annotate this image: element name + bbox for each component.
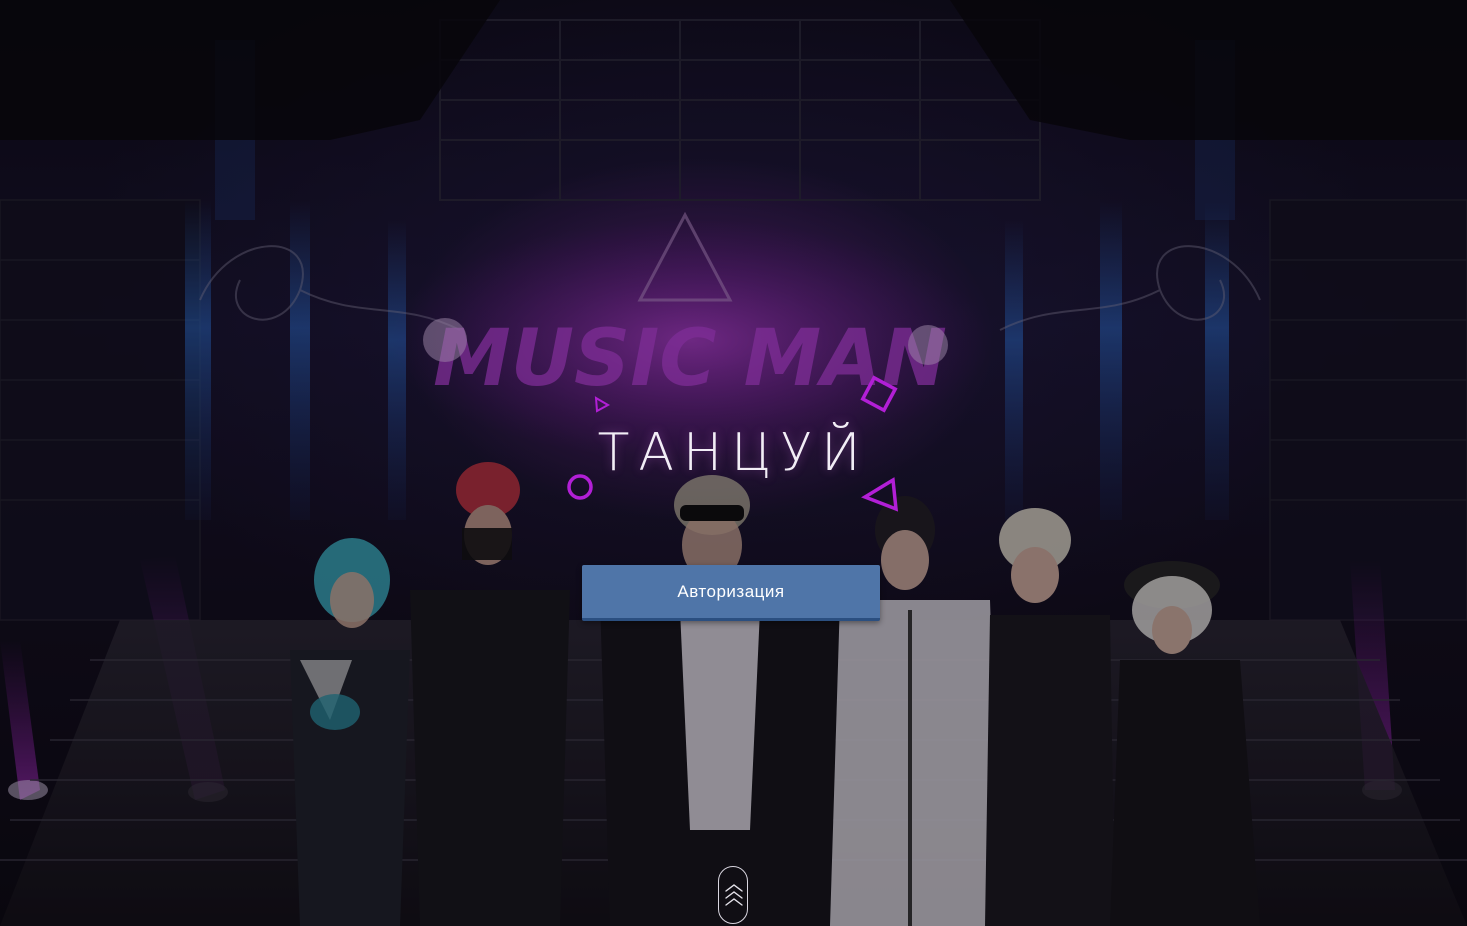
chevrons-up-icon bbox=[725, 884, 743, 906]
scroll-up-button[interactable] bbox=[718, 866, 748, 924]
hero-title: ТАНЦУЙ bbox=[597, 423, 870, 483]
authorization-button[interactable]: Авторизация bbox=[582, 565, 880, 621]
landing-page: MUSIC MAN ТАНЦУЙ Авторизация bbox=[0, 0, 1467, 926]
